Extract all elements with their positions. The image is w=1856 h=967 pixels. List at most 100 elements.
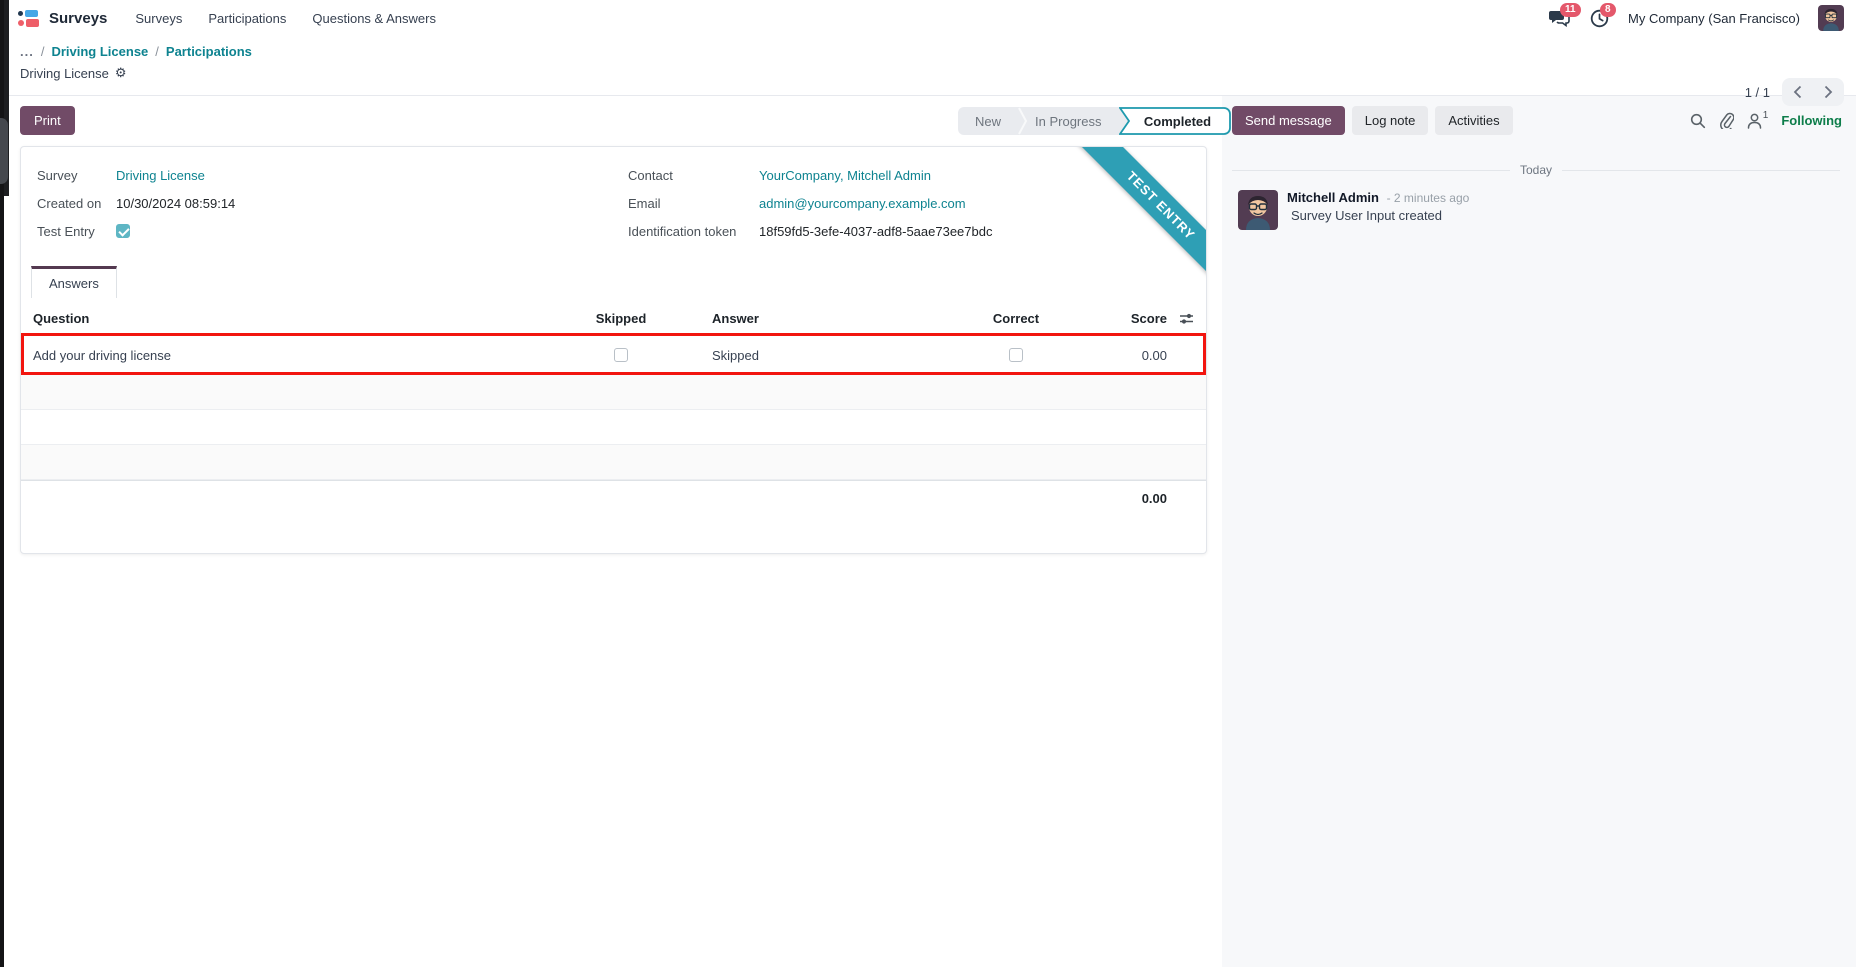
message-content: Mitchell Admin - 2 minutes ago Survey Us…: [1287, 190, 1469, 230]
token-field-label: Identification token: [628, 223, 737, 239]
logo-bar: [26, 18, 39, 27]
print-button[interactable]: Print: [20, 106, 75, 135]
message-body: Survey User Input created: [1291, 208, 1443, 223]
email-field-label: Email: [628, 195, 661, 211]
token-field-value: 18f59fd5-3efe-4037-adf8-5aae73ee7bdc: [759, 223, 993, 239]
cell-score: 0.00: [1141, 347, 1167, 363]
created-on-field-label: Created on: [37, 195, 102, 211]
page-title: Driving License: [20, 65, 109, 81]
pager-value: 1 / 1: [1744, 84, 1770, 100]
chatter-buttons: Send message Log note Activities: [1232, 106, 1513, 135]
table-row-empty: [21, 375, 1206, 410]
test-entry-ribbon: TEST ENTRY: [1069, 147, 1206, 298]
contact-field-value[interactable]: YourCompany, Mitchell Admin: [759, 168, 931, 183]
screen-edge-corner: [0, 118, 8, 184]
answers-table: Question Skipped Answer Correct Score Ad…: [21, 301, 1206, 515]
avatar-image: [1818, 5, 1844, 31]
following-toggle[interactable]: Following: [1781, 113, 1842, 128]
cell-question: Add your driving license: [33, 347, 172, 363]
actions-gear-icon[interactable]: ⚙: [115, 65, 127, 81]
main-menus: Surveys Participations Questions & Answe…: [135, 11, 436, 26]
total-score: 0.00: [1141, 490, 1167, 506]
log-note-button[interactable]: Log note: [1351, 106, 1429, 135]
cell-answer: Skipped: [712, 347, 759, 363]
table-total-row: 0.00: [21, 480, 1206, 515]
stage-separator: [1018, 107, 1028, 135]
company-switcher[interactable]: My Company (San Francisco): [1628, 11, 1800, 26]
activities-icon[interactable]: 8: [1588, 3, 1616, 29]
header-question[interactable]: Question: [21, 311, 569, 326]
optional-columns-icon[interactable]: [1167, 312, 1206, 325]
menu-surveys[interactable]: Surveys: [135, 11, 182, 26]
table-row-empty: [21, 445, 1206, 480]
stage-completed-label: Completed: [1143, 113, 1212, 129]
chevron-left-icon: [1793, 85, 1802, 99]
header-correct[interactable]: Correct: [973, 311, 1059, 326]
header-score[interactable]: Score: [1059, 311, 1167, 326]
logo-bar: [25, 9, 38, 17]
messages-badge: 11: [1560, 3, 1581, 17]
chevron-right-icon: [1824, 85, 1833, 99]
breadcrumb-separator: /: [155, 44, 159, 59]
stage-new[interactable]: New: [958, 107, 1018, 135]
table-row-empty: [21, 410, 1206, 445]
message-time: - 2 minutes ago: [1386, 191, 1470, 205]
follower-count: 1: [1762, 110, 1769, 121]
survey-field-label: Survey: [37, 167, 78, 183]
header-skipped[interactable]: Skipped: [569, 311, 673, 326]
breadcrumb-separator: /: [40, 44, 45, 59]
search-icon: [1690, 113, 1705, 128]
menu-participations[interactable]: Participations: [208, 11, 286, 26]
avatar-image: [1238, 190, 1278, 230]
tab-answers[interactable]: Answers: [31, 266, 117, 298]
header-answer[interactable]: Answer: [673, 311, 973, 326]
email-field-value[interactable]: admin@yourcompany.example.com: [759, 196, 966, 211]
message-author[interactable]: Mitchell Admin: [1287, 190, 1379, 205]
pager-previous-button[interactable]: [1782, 78, 1813, 106]
pager-next-button[interactable]: [1813, 78, 1844, 106]
survey-field-value[interactable]: Driving License: [116, 168, 205, 183]
date-divider: Today: [1232, 163, 1840, 177]
breadcrumb: ... / Driving License / Participations: [20, 44, 252, 59]
correct-checkbox[interactable]: [1009, 348, 1023, 362]
logo-dot: [18, 10, 23, 16]
stage-completed[interactable]: Completed: [1118, 107, 1231, 135]
message-avatar[interactable]: [1238, 190, 1278, 230]
breadcrumb-driving-license[interactable]: Driving License: [51, 44, 148, 59]
form-left-fields: Survey Driving License Created on 10/30/…: [37, 161, 235, 245]
paperclip-icon: [1719, 112, 1734, 129]
stage-statusbar: New In Progress Completed: [958, 107, 1231, 135]
activities-badge: 8: [1600, 3, 1616, 17]
chatter-message: Mitchell Admin - 2 minutes ago Survey Us…: [1238, 190, 1469, 230]
test-entry-checkbox[interactable]: [116, 224, 130, 238]
created-on-field-value: 10/30/2024 08:59:14: [116, 195, 236, 211]
test-entry-field-label: Test Entry: [37, 223, 95, 239]
answers-table-header: Question Skipped Answer Correct Score: [21, 301, 1206, 336]
pager: 1 / 1: [1745, 78, 1844, 106]
top-navbar: Surveys Surveys Participations Questions…: [0, 0, 1856, 36]
attachments-button[interactable]: [1719, 112, 1734, 129]
skipped-checkbox[interactable]: [614, 348, 628, 362]
breadcrumb-collapsed[interactable]: ...: [20, 44, 34, 59]
messages-icon[interactable]: 11: [1548, 3, 1581, 29]
search-messages-button[interactable]: [1690, 113, 1706, 129]
person-icon: [1747, 113, 1762, 129]
menu-questions-answers[interactable]: Questions & Answers: [312, 11, 436, 26]
record-title-row: Driving License ⚙: [20, 65, 127, 81]
form-sheet: TEST ENTRY Survey Driving License Create…: [20, 146, 1207, 554]
logo-dot: [18, 19, 24, 26]
activities-button[interactable]: Activities: [1435, 106, 1513, 135]
table-row-question[interactable]: Add your driving license Skipped 0.00: [21, 336, 1206, 375]
sliders-icon: [1180, 313, 1193, 324]
chatter-tools: 1 Following: [1690, 110, 1842, 129]
app-brand[interactable]: Surveys: [49, 10, 107, 27]
apps-menu-icon[interactable]: [18, 8, 40, 29]
control-panel: ... / Driving License / Participations D…: [0, 36, 1856, 106]
user-avatar[interactable]: [1818, 5, 1844, 31]
stage-in-progress[interactable]: In Progress: [1027, 107, 1118, 135]
breadcrumb-participations[interactable]: Participations: [166, 44, 252, 59]
send-message-button[interactable]: Send message: [1232, 106, 1345, 135]
pager-buttons: [1782, 78, 1844, 106]
topbar-right: 11 8 My Company (San Francisco): [1548, 0, 1844, 36]
followers-button[interactable]: 1: [1747, 110, 1769, 129]
